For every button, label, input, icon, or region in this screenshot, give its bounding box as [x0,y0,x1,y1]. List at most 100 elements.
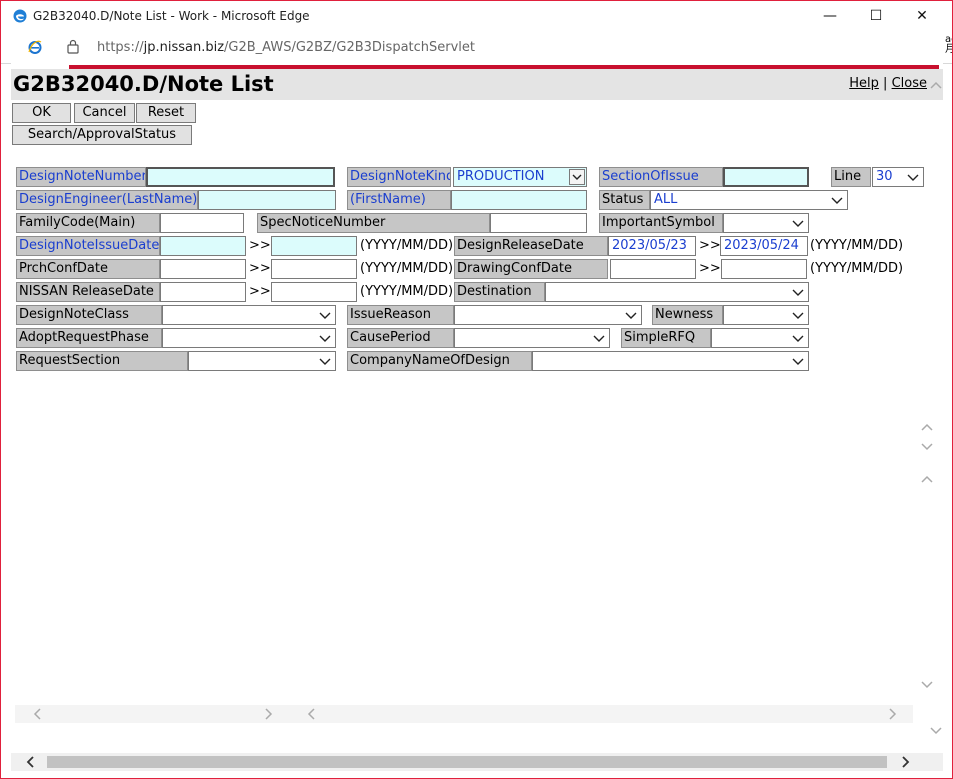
release-date-to-input[interactable]: 2023/05/24 [720,236,808,256]
design-note-kind-dropdown[interactable] [569,169,585,185]
issue-reason-label: IssueReason [347,305,454,325]
request-section-label: RequestSection [16,351,188,371]
company-name-of-design-select[interactable] [532,351,809,371]
design-engineer-lastname-input[interactable] [198,190,336,210]
outer-vertical-scrollbar[interactable] [921,63,944,756]
scroll-up-icon[interactable] [929,79,943,91]
chevron-down-icon [792,312,804,319]
company-name-of-design-label: CompanyNameOfDesign [347,351,532,371]
chevron-down-icon [792,220,804,227]
scroll-left-icon[interactable] [25,755,37,769]
ok-button[interactable]: OK [12,103,71,123]
prch-conf-date-to-input[interactable] [271,259,357,279]
destination-select[interactable] [545,282,809,302]
scroll-right-icon[interactable] [263,707,273,721]
simple-rfq-label: SimpleRFQ [621,328,711,348]
close-link[interactable]: Close [892,76,927,91]
minimize-button[interactable]: — [807,1,853,32]
status-value: ALL [654,192,678,207]
chevron-down-icon [625,312,637,319]
horizontal-scroll-thumb[interactable] [47,756,887,768]
chevron-down-icon [319,358,331,365]
header-links: Help | Close [849,76,927,91]
section-of-issue-input[interactable] [723,167,809,187]
range-separator: >> [249,261,271,276]
range-separator: >> [249,238,271,253]
nissan-release-date-to-input[interactable] [271,282,357,302]
line-value: 30 [876,169,893,184]
scroll-left-icon[interactable] [33,707,43,721]
maximize-button[interactable]: ☐ [853,1,899,32]
chevron-down-icon [907,174,919,181]
drawing-conf-date-from-input[interactable] [610,259,696,279]
lock-icon[interactable] [67,39,79,54]
scroll-down-icon[interactable] [929,725,943,737]
outer-horizontal-scrollbar[interactable] [11,753,943,771]
section-of-issue-label: SectionOfIssue [599,167,723,187]
design-note-number-label: DesignNoteNumber [16,167,146,187]
range-separator: >> [249,284,271,299]
page-header: G2B32040.D/Note List Help | Close [11,69,943,100]
family-code-input[interactable] [160,213,244,233]
prch-conf-date-label: PrchConfDate [16,259,160,279]
issue-date-to-input[interactable] [271,236,357,256]
first-name-input[interactable] [451,190,587,210]
date-format-hint: (YYYY/MM/DD) [360,238,454,253]
scroll-up-icon[interactable] [920,473,934,485]
issue-reason-select[interactable] [454,305,642,325]
link-separator: | [883,76,888,91]
request-section-select[interactable] [188,351,336,371]
spec-notice-number-input[interactable] [490,213,587,233]
prch-conf-date-from-input[interactable] [160,259,246,279]
search-approval-status-button[interactable]: Search/ApprovalStatus [12,125,192,145]
drawing-conf-date-label: DrawingConfDate [454,259,608,279]
cancel-button[interactable]: Cancel [74,103,135,123]
inner-horizontal-scrollbar[interactable] [15,705,913,723]
scroll-up-icon[interactable] [920,421,934,433]
design-note-kind-select[interactable]: PRODUCTION [453,167,587,187]
design-engineer-lastname-label: DesignEngineer(LastName) [16,190,198,210]
chevron-down-icon [792,358,804,365]
url-text[interactable]: https://jp.nissan.biz/G2B_AWS/G2BZ/G2B3D… [97,40,475,55]
nissan-release-date-label: NISSAN ReleaseDate [16,282,160,302]
chevron-down-icon [831,197,843,204]
issue-date-from-input[interactable] [160,236,246,256]
release-date-from-input[interactable]: 2023/05/23 [608,236,696,256]
nissan-release-date-from-input[interactable] [160,282,246,302]
important-symbol-label: ImportantSymbol [599,213,723,233]
adopt-request-phase-select[interactable] [162,328,336,348]
edge-icon [13,9,27,23]
address-bar[interactable]: https://jp.nissan.biz/G2B_AWS/G2BZ/G2B3D… [1,32,952,64]
scroll-right-icon[interactable] [887,707,897,721]
close-window-button[interactable]: ✕ [899,1,945,32]
help-link[interactable]: Help [849,76,879,91]
line-select[interactable]: 30 [872,167,924,187]
scroll-down-icon[interactable] [920,679,934,691]
cause-period-select[interactable] [454,328,610,348]
scroll-left-icon[interactable] [307,707,317,721]
line-label: Line [831,167,871,187]
page-title: G2B32040.D/Note List [13,72,274,96]
simple-rfq-select[interactable] [711,328,809,348]
drawing-conf-date-to-input[interactable] [721,259,807,279]
newness-select[interactable] [723,305,809,325]
scroll-down-icon[interactable] [920,441,934,453]
range-separator: >> [699,261,721,276]
design-note-class-select[interactable] [162,305,336,325]
adopt-request-phase-label: AdoptRequestPhase [16,328,162,348]
reset-button[interactable]: Reset [136,103,196,123]
status-select[interactable]: ALL [650,190,848,210]
chevron-down-icon [792,289,804,296]
scroll-right-icon[interactable] [899,755,911,769]
ie-mode-icon [28,40,42,54]
design-note-number-input[interactable] [146,167,335,187]
first-name-label: (FirstName) [347,190,451,210]
chevron-down-icon [319,312,331,319]
destination-label: Destination [454,282,545,302]
date-format-hint: (YYYY/MM/DD) [810,261,904,276]
important-symbol-select[interactable] [723,213,809,233]
design-release-date-label: DesignReleaseDate [454,236,608,256]
chevron-down-icon [593,335,605,342]
browser-window: G2B32040.D/Note List - Work - Microsoft … [0,0,953,779]
design-note-class-label: DesignNoteClass [16,305,162,325]
